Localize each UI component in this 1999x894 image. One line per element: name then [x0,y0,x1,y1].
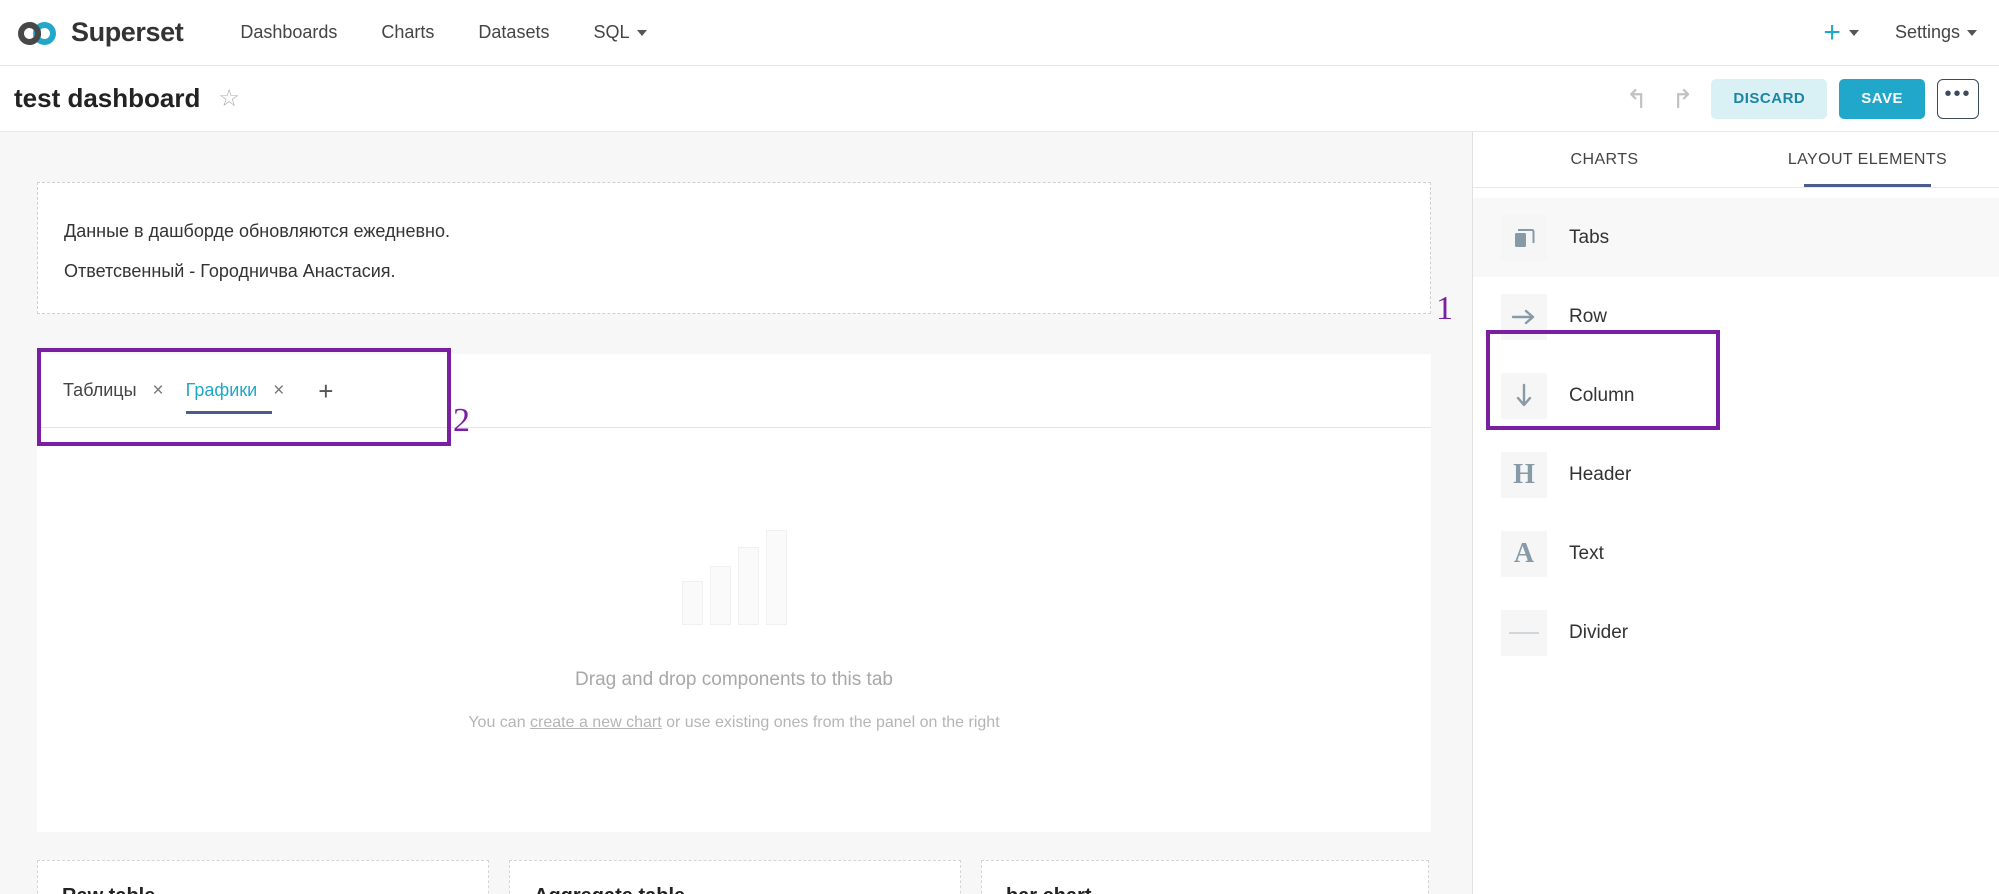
chart-title: Raw table [62,885,464,894]
tabs-icon [1501,214,1547,261]
arrow-down-icon [1501,372,1547,419]
top-navigation-bar: Superset Dashboards Charts Datasets SQL … [0,0,1999,66]
tab-label: Графики [185,380,258,400]
save-button[interactable]: SAVE [1839,78,1925,119]
layout-item-label: Row [1569,305,1608,327]
new-item-button[interactable]: + [1823,15,1859,49]
brand-logo-area[interactable]: Superset [18,17,184,48]
tab-bar: Таблицы × Графики × + [37,354,1431,428]
star-outline-icon[interactable]: ☆ [218,86,240,111]
chart-title: bar chart [1006,885,1404,894]
settings-menu[interactable]: Settings [1895,22,1977,43]
tab-charts[interactable]: CHARTS [1473,132,1736,187]
nav-right-area: + Settings [1823,15,1977,49]
layout-item-label: Text [1569,542,1604,564]
right-side-panel: CHARTS LAYOUT ELEMENTS Tabs Row Column H… [1472,132,1999,894]
nav-link-datasets[interactable]: Datasets [456,22,571,43]
plus-icon: + [1823,15,1841,49]
more-options-button[interactable]: ••• [1937,78,1979,119]
markdown-line-1: Данные в дашборде обновляются ежедневно. [64,221,450,241]
nav-link-sql-label: SQL [593,22,630,42]
nav-links: Dashboards Charts Datasets SQL [218,22,668,43]
layout-item-label: Tabs [1569,226,1610,248]
layout-item-header[interactable]: H Header [1473,435,1999,514]
layout-item-column[interactable]: Column [1473,356,1999,435]
tab-grafiki[interactable]: Графики × [185,354,297,428]
chevron-down-icon [1848,29,1859,36]
markdown-component[interactable]: Данные в дашборде обновляются ежедневно.… [37,182,1431,314]
empty-bar-chart-illustration-icon [681,529,787,625]
empty-tab-dropzone[interactable]: Drag and drop components to this tab You… [37,428,1431,832]
text-a-icon: A [1501,530,1547,577]
discard-button[interactable]: DISCARD [1711,78,1828,119]
layout-elements-list: Tabs Row Column H Header A Text Divider [1473,188,1999,672]
chevron-down-icon [636,30,647,37]
layout-item-divider[interactable]: Divider [1473,593,1999,672]
charts-row: Raw table Search 100 records... Месяц Ag… [37,860,1431,894]
dashboard-header-bar: test dashboard ☆ ↰ ↱ DISCARD SAVE ••• [0,66,1999,132]
empty-sub-prefix: You can [468,713,531,731]
layout-item-tabs[interactable]: Tabs [1473,198,1999,277]
close-icon[interactable]: × [273,381,284,400]
tabs-component: Таблицы × Графики × + Drag and drop comp… [37,354,1431,832]
chart-title: Aggregate table [534,885,936,894]
dashboard-actions: ↰ ↱ DISCARD SAVE ••• [1620,78,1979,119]
close-icon[interactable]: × [153,381,164,400]
dashboard-canvas: Данные в дашборде обновляются ежедневно.… [0,132,1472,894]
page-title: test dashboard [14,83,201,113]
chart-card-bar-chart[interactable]: bar chart Sub-Sahara 1/7 All Inv ⌞ ↩ 4 [981,860,1429,894]
layout-item-text[interactable]: A Text [1473,514,1999,593]
empty-state-subtitle: You can create a new chart or use existi… [468,709,999,737]
create-new-chart-link[interactable]: create a new chart [530,714,662,731]
tab-layout-elements[interactable]: LAYOUT ELEMENTS [1736,132,1999,187]
brand-name: Superset [71,17,184,47]
nav-link-dashboards[interactable]: Dashboards [218,22,359,43]
header-h-icon: H [1501,451,1547,498]
tab-tablitsy[interactable]: Таблицы × [63,354,176,428]
chart-card-raw-table[interactable]: Raw table Search 100 records... Месяц [37,860,489,894]
arrow-right-icon [1501,293,1547,340]
empty-state-title: Drag and drop components to this tab [575,668,893,690]
chevron-down-icon [1967,29,1977,36]
chart-card-aggregate-table[interactable]: Aggregate table Месяц заказа ⇅ Уникальны… [509,860,961,894]
add-tab-button[interactable]: + [318,378,333,404]
layout-item-row[interactable]: Row [1473,277,1999,356]
undo-arrow-icon[interactable]: ↰ [1620,86,1654,112]
layout-item-label: Header [1569,463,1632,485]
nav-link-charts[interactable]: Charts [359,22,456,43]
dashboard-edit-page: Superset Dashboards Charts Datasets SQL … [0,0,1999,894]
layout-item-label: Divider [1569,621,1629,643]
empty-sub-suffix: or use existing ones from the panel on t… [661,713,1000,731]
tab-label: Таблицы [63,380,137,400]
nav-link-sql[interactable]: SQL [571,22,668,43]
redo-arrow-icon[interactable]: ↱ [1666,86,1700,112]
panel-tab-bar: CHARTS LAYOUT ELEMENTS [1473,132,1999,188]
markdown-line-2: Ответсвенный - Городничва Анастасия. [64,261,396,281]
settings-label: Settings [1894,22,1960,42]
layout-item-label: Column [1569,384,1635,406]
superset-infinity-logo-icon [18,19,64,47]
divider-line-icon [1501,609,1547,656]
